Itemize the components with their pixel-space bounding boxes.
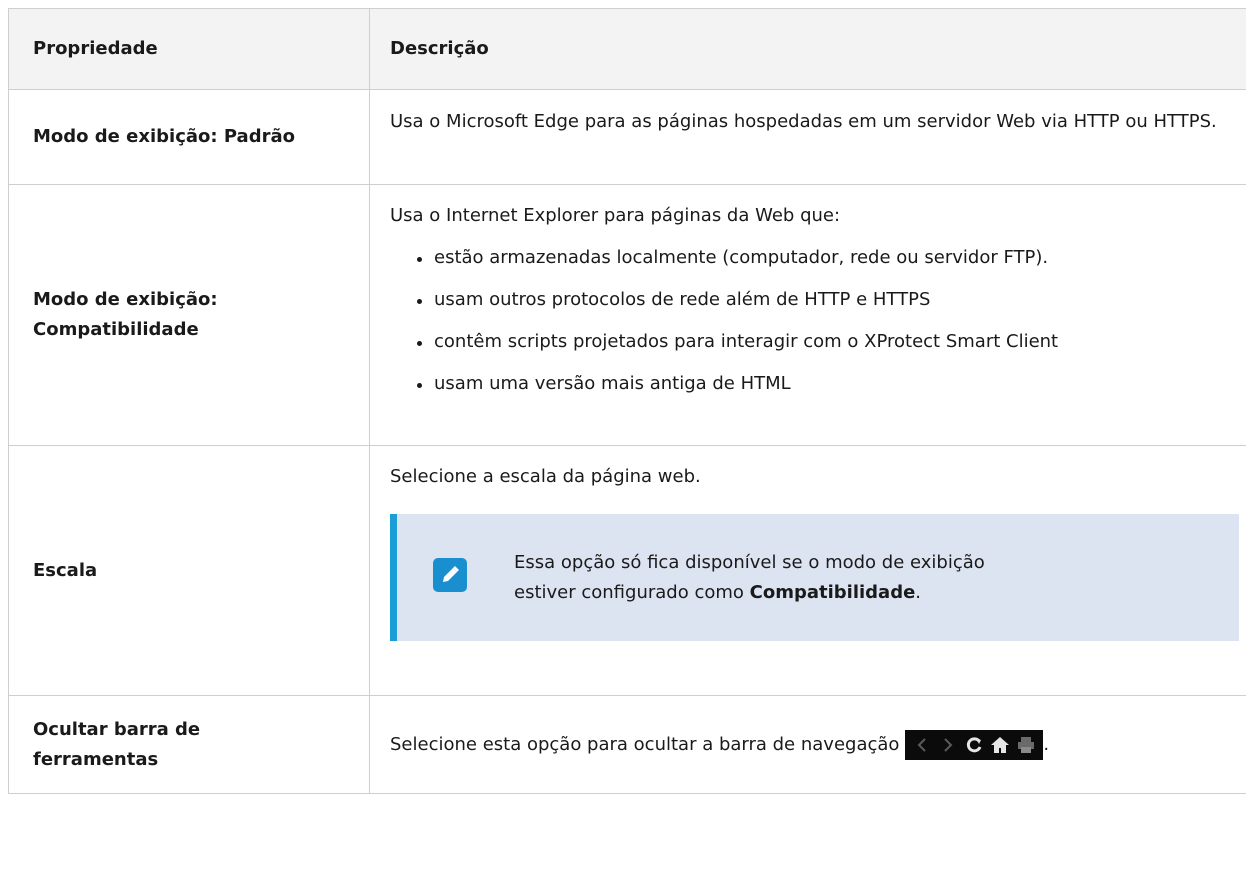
home-icon [987,730,1013,760]
list-item: usam uma versão mais antiga de HTML [414,369,1246,399]
navigation-bar-image [905,729,1044,760]
property-name-line: Modo de exibição: [33,289,218,310]
table-row: Ocultar barra de ferramentas Selecione e… [9,696,1246,794]
table-header-row: Propriedade Descrição [9,9,1246,90]
description-suffix: . [1043,733,1050,755]
note-text-prefix: estiver configurado como [514,581,750,603]
header-property: Propriedade [9,9,370,89]
table-row: Modo de exibição: Padrão Usa o Microsoft… [9,90,1246,185]
list-item: contêm scripts projetados para interagir… [414,327,1174,357]
property-description: Selecione a escala da página web. Essa o… [370,446,1246,695]
property-description: Usa o Microsoft Edge para as páginas hos… [370,90,1246,184]
property-name: Escala [9,446,370,695]
property-name: Modo de exibição: Padrão [9,90,370,184]
table-row: Modo de exibição: Compatibilidade Usa o … [9,185,1246,446]
description-intro: Usa o Internet Explorer para páginas da … [390,205,841,226]
forward-arrow-icon [935,730,961,760]
list-item: usam outros protocolos de rede além de H… [414,285,1034,315]
description-text: Usa o Microsoft Edge para as páginas hos… [390,111,1217,132]
note-text-suffix: . [915,581,922,603]
refresh-icon [961,730,987,760]
bullet-list: estão armazenadas localmente (computador… [414,243,1246,399]
property-name: Modo de exibição: Compatibilidade [9,185,370,445]
note-box: Essa opção só fica disponível se o modo … [390,514,1239,641]
property-name: Ocultar barra de ferramentas [9,696,370,793]
print-icon [1013,730,1039,760]
list-item: estão armazenadas localmente (computador… [414,243,1246,273]
header-description: Descrição [390,38,489,59]
note-text-bold: Compatibilidade [749,581,916,603]
pencil-note-icon [433,558,467,592]
back-arrow-icon [909,730,935,760]
description-text: Selecione esta opção para ocultar a barr… [390,733,900,755]
description-text: Selecione a escala da página web. [390,466,701,487]
note-line: estiver configurado como Compatibilidade… [514,578,985,608]
property-name-line: Compatibilidade [33,319,199,340]
property-description: Usa o Internet Explorer para páginas da … [370,185,1246,445]
property-description: Selecione esta opção para ocultar a barr… [370,696,1246,793]
note-text: Essa opção só fica disponível se o modo … [514,548,985,608]
table-row: Escala Selecione a escala da página web.… [9,446,1246,696]
property-name-line: Ocultar barra de [33,718,201,740]
property-name-line: ferramentas [33,748,159,770]
note-line: Essa opção só fica disponível se o modo … [514,551,985,573]
properties-table: Propriedade Descrição Modo de exibição: … [8,8,1246,794]
